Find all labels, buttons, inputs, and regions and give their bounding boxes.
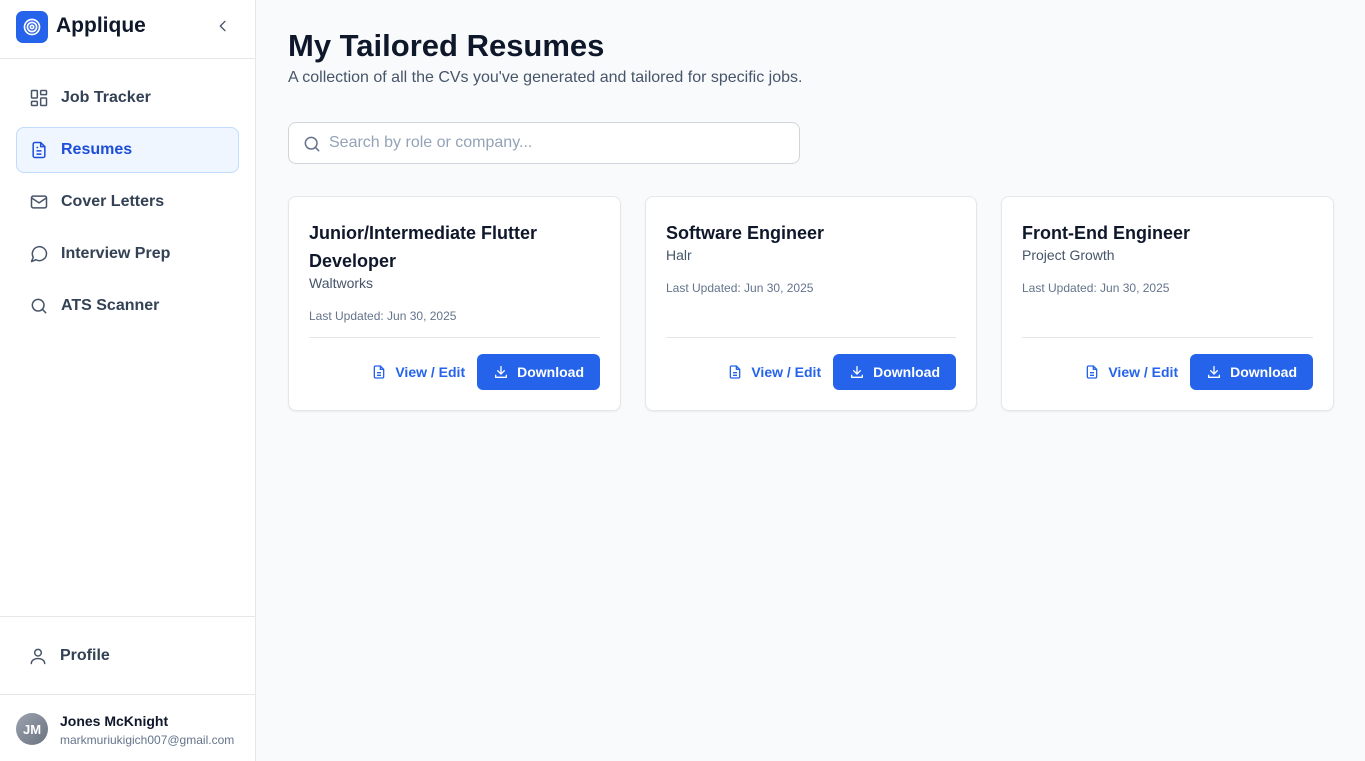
card-updated: Last Updated: Jun 30, 2025 [309, 309, 457, 323]
download-label: Download [1230, 364, 1297, 380]
avatar: JM [16, 713, 48, 745]
card-company: Project Growth [1022, 247, 1115, 263]
user-name: Jones McKnight [60, 713, 169, 729]
file-text-icon [371, 364, 387, 380]
sidebar-item-label: Profile [60, 647, 110, 664]
card-title: Software Engineer [666, 223, 825, 243]
view-edit-label: View / Edit [1108, 364, 1179, 380]
download-button[interactable]: Download [477, 354, 600, 390]
sidebar: Applique Job Tracker Resumes Cover Lette… [0, 0, 256, 761]
view-edit-button[interactable]: View / Edit [723, 364, 821, 380]
download-button[interactable]: Download [833, 354, 956, 390]
user-email: markmuriukigich007@gmail.com [60, 733, 235, 747]
file-text-icon [1084, 364, 1100, 380]
sidebar-item-resumes[interactable]: Resumes [16, 127, 239, 173]
page-title: My Tailored Resumes [288, 28, 605, 63]
download-label: Download [517, 364, 584, 380]
layout-grid-icon [29, 88, 49, 108]
card-company: Halr [666, 247, 692, 263]
card-body: Software Engineer Halr Last Updated: Jun… [666, 219, 956, 295]
card-title: Front-End Engineer [1022, 223, 1190, 243]
message-circle-icon [29, 244, 49, 264]
app-name: Applique [56, 14, 146, 37]
chevron-left-icon [219, 20, 226, 32]
card-actions: View / Edit Download [367, 354, 600, 390]
card-company: Waltworks [309, 275, 374, 291]
sidebar-item-label: Job Tracker [61, 89, 151, 106]
collapse-sidebar-button[interactable] [212, 15, 234, 37]
resume-card: Front-End Engineer Project Growth Last U… [1001, 196, 1334, 411]
view-edit-button[interactable]: View / Edit [1080, 364, 1178, 380]
sidebar-nav: Job Tracker Resumes Cover Letters Interv… [16, 75, 239, 335]
card-body: Front-End Engineer Project Growth Last U… [1022, 219, 1312, 295]
divider [1022, 337, 1313, 338]
card-updated: Last Updated: Jun 30, 2025 [1022, 281, 1170, 295]
download-label: Download [873, 364, 940, 380]
sidebar-item-label: Interview Prep [61, 245, 171, 262]
card-body: Junior/Intermediate Flutter Developer Wa… [309, 219, 599, 323]
sidebar-item-label: Resumes [61, 141, 133, 158]
card-title: Junior/Intermediate Flutter Developer [309, 223, 538, 271]
search-icon [29, 296, 49, 316]
card-updated: Last Updated: Jun 30, 2025 [666, 281, 814, 295]
card-actions: View / Edit Download [1080, 354, 1313, 390]
user-account[interactable]: JM Jones McKnight markmuriukigich007@gma… [0, 694, 255, 761]
sidebar-item-label: Cover Letters [61, 193, 165, 210]
view-edit-button[interactable]: View / Edit [367, 364, 465, 380]
user-icon [28, 646, 48, 666]
target-icon[interactable] [16, 11, 48, 43]
file-text-icon [727, 364, 743, 380]
download-icon [849, 364, 865, 380]
view-edit-label: View / Edit [395, 364, 466, 380]
mail-icon [29, 192, 49, 212]
view-edit-label: View / Edit [751, 364, 822, 380]
search-input[interactable] [329, 123, 789, 163]
search-box [288, 122, 800, 164]
sidebar-footer: Profile JM Jones McKnight markmuriukigic… [0, 616, 255, 761]
resume-card: Software Engineer Halr Last Updated: Jun… [645, 196, 977, 411]
sidebar-item-cover-letters[interactable]: Cover Letters [16, 179, 239, 225]
card-actions: View / Edit Download [723, 354, 956, 390]
sidebar-item-label: ATS Scanner [61, 297, 160, 314]
divider [666, 337, 956, 338]
sidebar-item-interview-prep[interactable]: Interview Prep [16, 231, 239, 277]
divider [309, 337, 600, 338]
resume-card: Junior/Intermediate Flutter Developer Wa… [288, 196, 621, 411]
main-content: My Tailored Resumes A collection of all … [256, 0, 1365, 761]
brand-header: Applique [0, 0, 255, 59]
download-icon [493, 364, 509, 380]
page-subtitle: A collection of all the CVs you've gener… [288, 69, 803, 86]
sidebar-item-ats-scanner[interactable]: ATS Scanner [16, 283, 239, 329]
download-icon [1206, 364, 1222, 380]
file-text-icon [29, 140, 49, 160]
download-button[interactable]: Download [1190, 354, 1313, 390]
search-icon [302, 134, 322, 154]
sidebar-item-profile[interactable]: Profile [16, 633, 239, 679]
sidebar-item-job-tracker[interactable]: Job Tracker [16, 75, 239, 121]
